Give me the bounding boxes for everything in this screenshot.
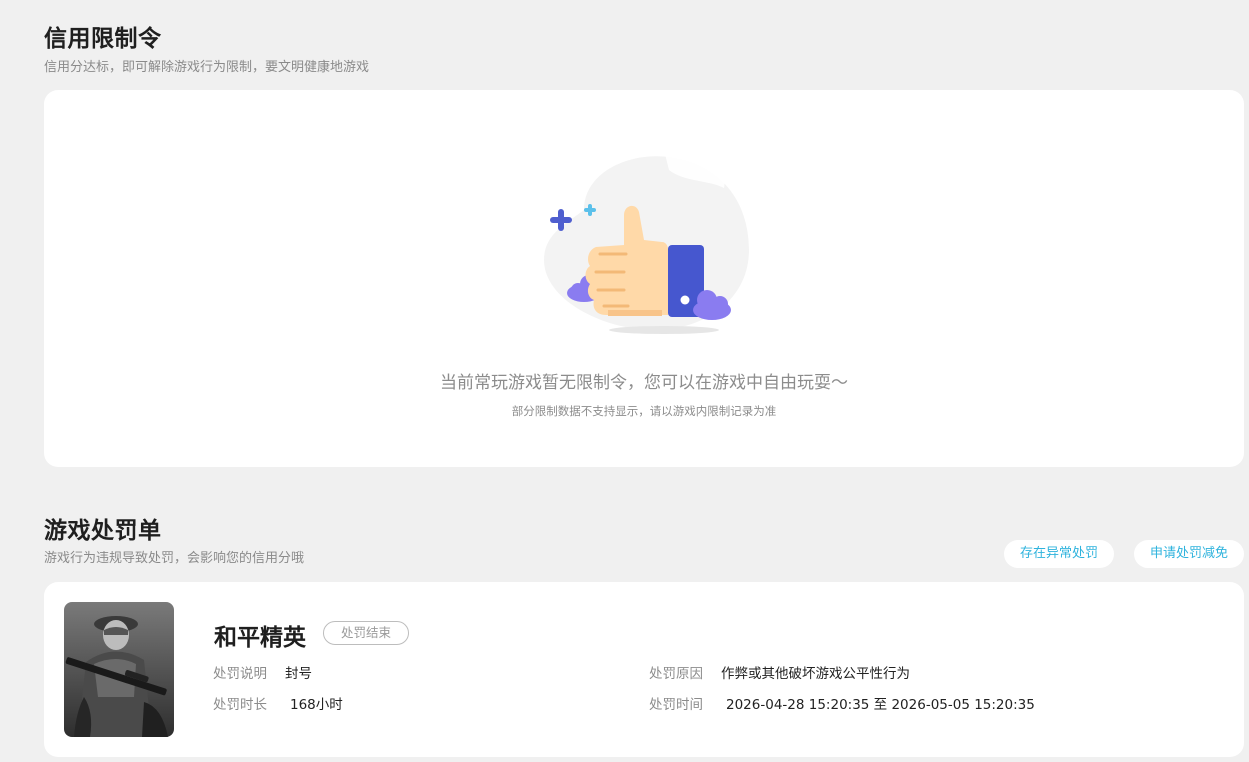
game-thumbnail [64, 602, 174, 737]
restriction-section-title: 信用限制令 [44, 26, 162, 52]
restriction-card: 当前常玩游戏暂无限制令，您可以在游戏中自由玩耍～ 部分限制数据不支持显示，请以游… [44, 90, 1244, 467]
time-value: 2026-04-28 15:20:35 至 2026-05-05 15:20:3… [726, 697, 1035, 713]
game-cover-image-icon [64, 602, 174, 737]
reason-label: 处罚原因 [649, 666, 703, 682]
empty-state-note: 部分限制数据不支持显示，请以游戏内限制记录为准 [511, 404, 777, 418]
desc-label: 处罚说明 [213, 666, 267, 682]
penalty-section-title: 游戏处罚单 [44, 518, 162, 544]
apply-reduction-button[interactable]: 申请处罚减免 [1134, 540, 1244, 568]
reason-value: 作弊或其他破坏游戏公平性行为 [721, 666, 910, 682]
penalty-section-subtitle: 游戏行为违规导致处罚，会影响您的信用分哦 [44, 551, 305, 566]
status-badge: 处罚结束 [323, 621, 409, 645]
empty-state-message: 当前常玩游戏暂无限制令，您可以在游戏中自由玩耍～ [440, 373, 848, 393]
thumbs-up-illustration-icon [544, 150, 749, 334]
penalty-card: 和平精英 处罚结束 处罚说明 封号 处罚时长 168小时 处罚原因 作弊或其他破… [44, 582, 1244, 757]
abnormal-penalty-button[interactable]: 存在异常处罚 [1004, 540, 1114, 568]
restriction-section-subtitle: 信用分达标，即可解除游戏行为限制，要文明健康地游戏 [44, 60, 370, 75]
duration-label: 处罚时长 [213, 697, 267, 713]
duration-value: 168小时 [290, 697, 343, 713]
time-label: 处罚时间 [649, 697, 703, 713]
game-name: 和平精英 [214, 625, 306, 651]
desc-value: 封号 [285, 666, 312, 682]
